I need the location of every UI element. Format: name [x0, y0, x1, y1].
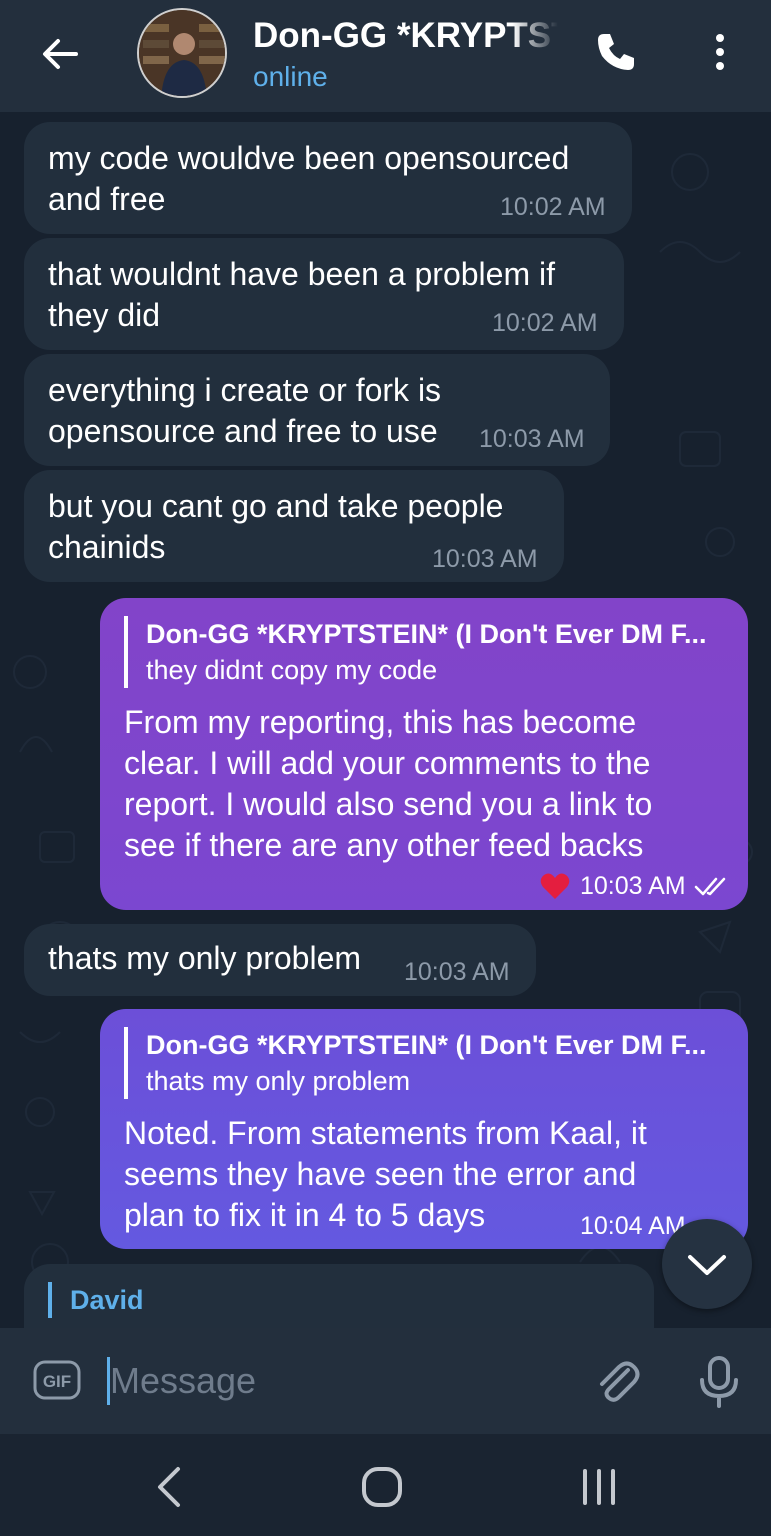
message-list[interactable]: my code wouldve been opensourced and fre… [0, 112, 771, 1328]
message-text-line: Noted. From statements from Kaal, it [124, 1115, 647, 1151]
scroll-down-button[interactable] [662, 1219, 752, 1309]
gif-label: GIF [43, 1372, 71, 1391]
message-text-line: seems they have seen the error and [124, 1156, 637, 1192]
message-text-line: my code wouldve been opensourced [48, 140, 570, 176]
outgoing-message[interactable]: Don-GG *KRYPTSTEIN* (I Don't Ever DM F..… [100, 598, 748, 910]
incoming-message[interactable]: my code wouldve been opensourced and fre… [24, 122, 632, 234]
read-checkmarks-icon [694, 877, 726, 896]
nav-recents-icon[interactable] [575, 1467, 623, 1507]
message-time: 10:02 AM [492, 309, 598, 337]
back-arrow-icon[interactable] [36, 30, 84, 78]
message-text-line: report. I would also send you a link to [124, 786, 653, 822]
reply-text: thats my only problem [146, 1066, 411, 1096]
message-input[interactable]: Message [110, 1358, 256, 1404]
message-text-line: From my reporting, this has become [124, 704, 637, 740]
outgoing-message[interactable]: Don-GG *KRYPTSTEIN* (I Don't Ever DM F..… [100, 1009, 748, 1249]
message-text-line: chainids [48, 529, 166, 565]
avatar[interactable] [137, 8, 227, 98]
reply-quote[interactable]: Don-GG *KRYPTSTEIN* (I Don't Ever DM F..… [124, 616, 736, 688]
message-text-line: thats my only problem [48, 940, 362, 976]
reply-text: they didnt copy my code [146, 655, 438, 685]
message-text-line: but you cant go and take people [48, 488, 504, 524]
message-text-line: plan to fix it in 4 to 5 days [124, 1197, 486, 1233]
message-text-line: see if there are any other feed backs [124, 827, 644, 863]
incoming-message[interactable]: but you cant go and take people chainids… [24, 470, 564, 582]
chevron-down-icon [688, 1255, 726, 1275]
nav-back-icon[interactable] [150, 1465, 190, 1509]
message-text-line: opensource and free to use [48, 413, 438, 449]
microphone-icon[interactable] [694, 1354, 744, 1408]
gif-button[interactable]: GIF [33, 1360, 81, 1400]
message-time: 10:02 AM [500, 193, 606, 221]
avatar-photo-icon [139, 10, 225, 96]
telegram-chat-screen: Don-GG *KRYPTSTEIN* (I Don't Ever DM F..… [0, 0, 771, 1536]
message-time: 10:03 AM [580, 872, 686, 900]
reply-author: Don-GG *KRYPTSTEIN* (I Don't Ever DM F..… [146, 1030, 707, 1060]
incoming-message[interactable]: thats my only problem 10:03 AM [24, 924, 536, 996]
incoming-message[interactable]: everything i create or fork is opensourc… [24, 354, 610, 466]
message-text-line: clear. I will add your comments to the [124, 745, 651, 781]
message-time: 10:03 AM [432, 545, 538, 573]
online-status: online [253, 61, 328, 92]
message-text-line: they did [48, 297, 161, 333]
reply-author: David [70, 1285, 144, 1315]
incoming-message[interactable]: that wouldnt have been a problem if they… [24, 238, 624, 350]
message-text-line: and free [48, 181, 166, 217]
reply-author: Don-GG *KRYPTSTEIN* (I Don't Ever DM F..… [146, 619, 707, 649]
phone-icon[interactable] [592, 28, 640, 76]
chat-header: Don-GG *KRYPTSTEIN* (I Don't Ever DM F..… [0, 0, 771, 112]
message-time: 10:03 AM [479, 425, 585, 453]
more-options-icon[interactable] [698, 30, 742, 74]
message-time: 10:03 AM [404, 958, 510, 986]
chat-title[interactable]: Don-GG *KRYPTSTEIN* (I Don't Ever DM F..… [253, 14, 558, 58]
reply-quote[interactable]: Don-GG *KRYPTSTEIN* (I Don't Ever DM F..… [124, 1027, 736, 1099]
message-text-line: everything i create or fork is [48, 372, 442, 408]
reply-quote[interactable]: David [48, 1282, 144, 1318]
paperclip-icon[interactable] [592, 1356, 642, 1406]
message-text-line: that wouldnt have been a problem if [48, 256, 555, 292]
nav-home-icon[interactable] [360, 1465, 404, 1509]
incoming-message[interactable]: David [24, 1264, 654, 1328]
heart-reaction-icon[interactable] [540, 872, 570, 900]
